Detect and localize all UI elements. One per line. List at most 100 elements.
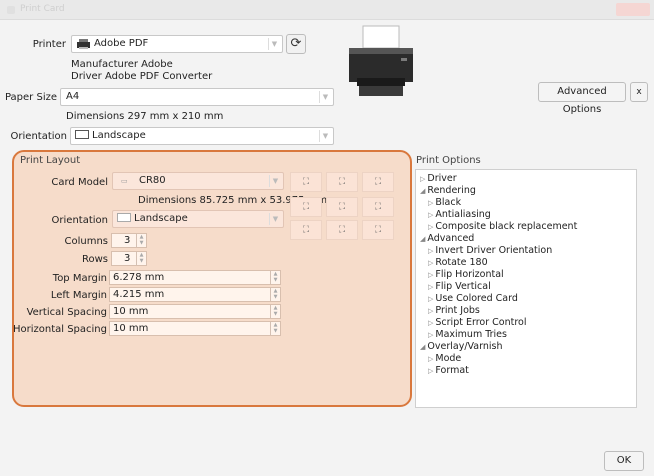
card-cell-icon[interactable]: ⛶ (362, 197, 394, 217)
columns-label: Columns (64, 236, 108, 247)
chevron-down-icon: ▼ (319, 130, 331, 142)
card-cell-icon[interactable]: ⛶ (326, 172, 358, 192)
tree-item-flip-horizontal[interactable]: ▷ Flip Horizontal (428, 269, 504, 280)
expand-triangle-icon[interactable]: ▷ (428, 283, 433, 291)
tree-item-composite-black[interactable]: ▷ Composite black replacement (428, 221, 577, 232)
tree-item-script-error[interactable]: ▷ Script Error Control (428, 317, 526, 328)
orientation-select[interactable]: Landscape ▼ (70, 127, 334, 145)
card-cell-icon[interactable]: ⛶ (290, 220, 322, 240)
spinner-icon[interactable]: ▲ ▼ (136, 252, 146, 265)
printer-label: Printer (32, 39, 66, 50)
card-cell-icon[interactable]: ⛶ (290, 172, 322, 192)
window-titlebar: Print Card (0, 0, 654, 20)
card-model-label: Card Model (51, 177, 108, 188)
tree-item-label: Composite black replacement (435, 221, 578, 232)
columns-stepper[interactable]: 3 ▲ ▼ (111, 233, 147, 248)
vertical-spacing-label: Vertical Spacing (26, 307, 107, 318)
tree-item-black[interactable]: ▷ Black (428, 197, 461, 208)
top-margin-value: 6.278 mm (113, 272, 165, 283)
tree-item-label: Mode (435, 353, 462, 364)
spinner-icon[interactable]: ▲ ▼ (270, 288, 280, 301)
refresh-icon: ⟳ (290, 36, 302, 51)
refresh-button[interactable]: ⟳ (286, 34, 306, 54)
expand-triangle-icon[interactable]: ▷ (428, 355, 433, 363)
tree-item-print-jobs[interactable]: ▷ Print Jobs (428, 305, 480, 316)
spinner-icon[interactable]: ▲ ▼ (270, 271, 280, 284)
print-options-tree[interactable]: ▷ Driver ◢ Rendering ▷ Black ▷ Antialiasing … (415, 169, 637, 408)
paper-dimensions: Dimensions 297 mm x 210 mm (66, 111, 224, 122)
card-model-select[interactable]: ▭ CR80 ▼ (112, 172, 284, 190)
orientation-select-content: Landscape (75, 130, 146, 141)
card-cell-icon[interactable]: ⛶ (362, 172, 394, 192)
expand-triangle-icon[interactable]: ▷ (420, 175, 425, 183)
expand-triangle-icon[interactable]: ▷ (428, 367, 433, 375)
expand-triangle-icon[interactable]: ▷ (428, 319, 433, 327)
card-cell-icon[interactable]: ⛶ (326, 197, 358, 217)
tree-item-label: Flip Horizontal (435, 269, 504, 280)
tree-item-invert-orientation[interactable]: ▷ Invert Driver Orientation (428, 245, 552, 256)
tree-item-driver[interactable]: ▷ Driver (420, 173, 457, 184)
expand-triangle-icon[interactable]: ▷ (428, 331, 433, 339)
ok-button[interactable]: OK (604, 451, 644, 471)
card-icon: ▭ (121, 177, 128, 185)
tree-item-antialiasing[interactable]: ▷ Antialiasing (428, 209, 491, 220)
expand-triangle-icon[interactable]: ▷ (428, 271, 433, 279)
expand-triangle-icon[interactable]: ▷ (428, 247, 433, 255)
layout-orientation-label: Orientation (51, 215, 108, 226)
layout-orientation-content: Landscape (117, 213, 188, 224)
spinner-icon[interactable]: ▲ ▼ (136, 234, 146, 247)
tree-item-use-colored-card[interactable]: ▷ Use Colored Card (428, 293, 518, 304)
vertical-spacing-input[interactable]: 10 mm ▲ ▼ (109, 304, 281, 319)
tree-item-label: Script Error Control (435, 317, 527, 328)
spinner-icon[interactable]: ▲ ▼ (270, 322, 280, 335)
collapse-triangle-icon[interactable]: ◢ (420, 235, 425, 243)
expand-triangle-icon[interactable]: ▷ (428, 307, 433, 315)
advanced-options-button[interactable]: Advanced Options (538, 82, 626, 115)
clear-button[interactable]: x (630, 82, 648, 102)
tree-item-label: Rotate 180 (435, 257, 488, 268)
expand-triangle-icon[interactable]: ▷ (428, 259, 433, 267)
tree-item-format[interactable]: ▷ Format (428, 365, 469, 376)
tree-item-label: Rendering (427, 185, 476, 196)
chevron-down-icon: ▼ (319, 91, 331, 103)
tree-item-advanced[interactable]: ◢ Advanced (420, 233, 474, 244)
tree-item-rendering[interactable]: ◢ Rendering (420, 185, 476, 196)
expand-triangle-icon[interactable]: ▷ (428, 295, 433, 303)
tree-item-overlay-varnish[interactable]: ◢ Overlay/Varnish (420, 341, 502, 352)
rows-stepper[interactable]: 3 ▲ ▼ (111, 251, 147, 266)
layout-orientation-select[interactable]: Landscape ▼ (112, 210, 284, 228)
horizontal-spacing-value: 10 mm (113, 323, 149, 334)
left-margin-input[interactable]: 4.215 mm ▲ ▼ (109, 287, 281, 302)
horizontal-spacing-input[interactable]: 10 mm ▲ ▼ (109, 321, 281, 336)
paper-size-select[interactable]: A4 ▼ (60, 88, 334, 106)
card-cell-icon[interactable]: ⛶ (362, 220, 394, 240)
expand-triangle-icon[interactable]: ▷ (428, 223, 433, 231)
orientation-value: Landscape (92, 130, 146, 141)
tree-item-mode[interactable]: ▷ Mode (428, 353, 461, 364)
collapse-triangle-icon[interactable]: ◢ (420, 343, 425, 351)
expand-triangle-icon[interactable]: ▷ (428, 199, 433, 207)
spinner-icon[interactable]: ▲ ▼ (270, 305, 280, 318)
tree-item-rotate-180[interactable]: ▷ Rotate 180 (428, 257, 488, 268)
tree-item-label: Antialiasing (435, 209, 491, 220)
orientation-label: Orientation (10, 131, 67, 142)
card-cell-icon[interactable]: ⛶ (326, 220, 358, 240)
tree-item-flip-vertical[interactable]: ▷ Flip Vertical (428, 281, 491, 292)
expand-triangle-icon[interactable]: ▷ (428, 211, 433, 219)
printer-driver: Driver Adobe PDF Converter (71, 71, 213, 82)
print-options-title: Print Options (416, 155, 481, 166)
window-close-button[interactable] (616, 3, 650, 16)
horizontal-spacing-label: Horizontal Spacing (12, 324, 107, 335)
collapse-triangle-icon[interactable]: ◢ (420, 187, 425, 195)
layout-orientation-value: Landscape (134, 213, 188, 224)
landscape-icon (75, 130, 89, 139)
window-icon (7, 6, 15, 14)
top-margin-input[interactable]: 6.278 mm ▲ ▼ (109, 270, 281, 285)
left-margin-value: 4.215 mm (113, 289, 165, 300)
printer-select[interactable]: Adobe PDF ▼ (71, 35, 283, 53)
tree-item-maximum-tries[interactable]: ▷ Maximum Tries (428, 329, 507, 340)
tree-item-label: Overlay/Varnish (427, 341, 503, 352)
tree-item-label: Advanced (427, 233, 475, 244)
card-cell-icon[interactable]: ⛶ (290, 197, 322, 217)
chevron-down-icon: ▼ (269, 175, 281, 187)
